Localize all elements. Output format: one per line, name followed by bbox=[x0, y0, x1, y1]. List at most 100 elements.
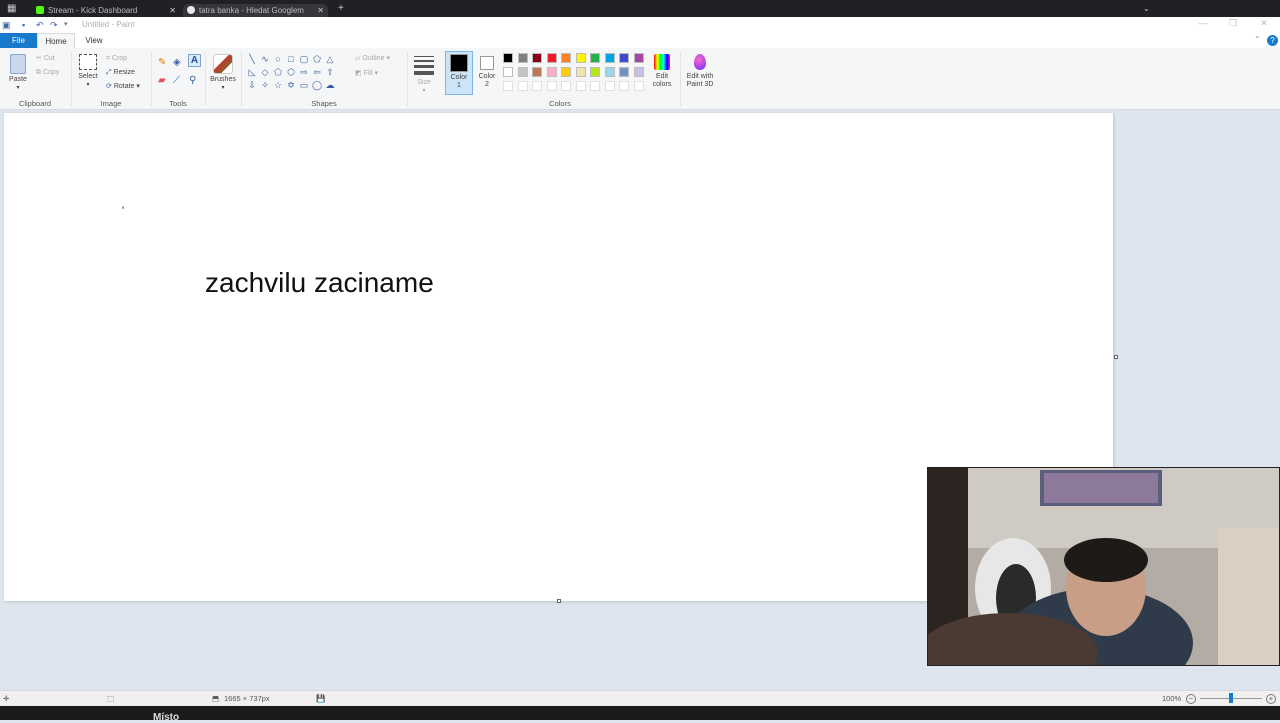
palette-swatch[interactable] bbox=[546, 67, 557, 77]
edit-colors-button[interactable]: Edit colors bbox=[648, 54, 676, 89]
palette-swatch-empty[interactable] bbox=[619, 81, 629, 91]
undo-icon[interactable]: ↶ bbox=[36, 19, 44, 31]
palette-swatch[interactable] bbox=[503, 67, 513, 77]
paste-button[interactable]: Paste ▾ bbox=[6, 54, 30, 92]
palette-swatch-empty[interactable] bbox=[561, 81, 571, 91]
outline-button[interactable]: ▱ Outline ▾ bbox=[355, 54, 390, 63]
palette-swatch[interactable] bbox=[633, 67, 644, 77]
tab-file[interactable]: File bbox=[0, 33, 37, 48]
curve-shape-icon[interactable]: ∿ bbox=[259, 53, 271, 65]
browser-tab-google[interactable]: tatra banka - Hledat Googlem ✕ bbox=[183, 4, 328, 17]
close-tab-icon[interactable]: ✕ bbox=[169, 4, 176, 17]
palette-swatch-empty[interactable] bbox=[604, 81, 615, 91]
right-arrow-shape-icon[interactable]: ⇨ bbox=[298, 66, 310, 78]
palette-swatch[interactable] bbox=[503, 53, 513, 63]
palette-swatch[interactable] bbox=[619, 53, 629, 63]
zoom-in-button[interactable]: + bbox=[1266, 694, 1276, 704]
polygon-shape-icon[interactable]: ⬠ bbox=[311, 53, 323, 65]
group-label-tools: Tools bbox=[169, 99, 187, 108]
palette-swatch[interactable] bbox=[532, 67, 542, 77]
minimize-button[interactable]: — bbox=[1188, 18, 1218, 28]
tab-view[interactable]: View bbox=[80, 33, 108, 48]
help-icon[interactable]: ? bbox=[1267, 35, 1278, 46]
palette-swatch[interactable] bbox=[590, 53, 600, 63]
new-tab-button[interactable]: + bbox=[338, 0, 344, 17]
rounded-rectangle-shape-icon[interactable]: ▢ bbox=[298, 53, 310, 65]
callout-rectangle-shape-icon[interactable]: ▭ bbox=[298, 79, 310, 91]
rectangle-shape-icon[interactable]: □ bbox=[285, 53, 297, 65]
pentagon-shape-icon[interactable]: ⬠ bbox=[272, 66, 284, 78]
palette-swatch[interactable] bbox=[575, 53, 586, 63]
oval-shape-icon[interactable]: ○ bbox=[272, 53, 284, 65]
hexagon-shape-icon[interactable]: ⬡ bbox=[285, 66, 297, 78]
brushes-button[interactable]: Brushes ▾ bbox=[209, 54, 237, 92]
tab-home[interactable]: Home bbox=[37, 33, 75, 48]
palette-swatch-empty[interactable] bbox=[517, 81, 528, 91]
cut-button[interactable]: ✂ Cut bbox=[36, 54, 55, 63]
magnifier-icon[interactable]: ⚲ bbox=[189, 75, 196, 86]
palette-swatch[interactable] bbox=[532, 53, 542, 63]
fill-bucket-icon[interactable]: ◈ bbox=[173, 57, 181, 68]
six-point-star-shape-icon[interactable]: ✡ bbox=[285, 79, 297, 91]
maximize-button[interactable]: ❐ bbox=[1218, 18, 1248, 29]
browser-tab-kick[interactable]: Stream - Kick Dashboard ✕ bbox=[30, 4, 180, 17]
color2-button[interactable]: Color 2 bbox=[475, 51, 499, 89]
palette-swatch[interactable] bbox=[517, 53, 528, 63]
color1-button[interactable]: Color 1 bbox=[445, 51, 473, 95]
palette-swatch[interactable] bbox=[561, 67, 571, 77]
palette-swatch-empty[interactable] bbox=[575, 81, 586, 91]
palette-swatch[interactable] bbox=[604, 67, 615, 77]
redo-icon[interactable]: ↷ bbox=[50, 19, 58, 31]
down-arrow-shape-icon[interactable]: ⇩ bbox=[246, 79, 258, 91]
callout-cloud-shape-icon[interactable]: ☁ bbox=[324, 79, 336, 91]
palette-swatch-empty[interactable] bbox=[503, 81, 513, 91]
palette-swatch[interactable] bbox=[575, 67, 586, 77]
zoom-out-button[interactable]: − bbox=[1186, 694, 1196, 704]
text-tool-icon[interactable]: A bbox=[188, 54, 201, 67]
palette-swatch-empty[interactable] bbox=[532, 81, 542, 91]
palette-swatch-empty[interactable] bbox=[546, 81, 557, 91]
shapes-gallery[interactable]: ╲ ∿ ○ □ ▢ ⬠ △ ◺ ◇ ⬠ ⬡ ⇨ ⇦ ⇧ ⇩ ✧ ☆ ✡ ▭ ◯ … bbox=[246, 53, 342, 95]
canvas-resize-handle-bottom[interactable] bbox=[557, 599, 561, 603]
canvas-resize-handle-right[interactable] bbox=[1114, 355, 1118, 359]
diamond-shape-icon[interactable]: ◇ bbox=[259, 66, 271, 78]
color-palette[interactable] bbox=[503, 53, 648, 95]
palette-swatch[interactable] bbox=[633, 53, 644, 63]
callout-oval-shape-icon[interactable]: ◯ bbox=[311, 79, 323, 91]
palette-swatch[interactable] bbox=[561, 53, 571, 63]
browser-menu-icon[interactable]: ▦ bbox=[7, 0, 16, 17]
five-point-star-shape-icon[interactable]: ☆ bbox=[272, 79, 284, 91]
eraser-icon[interactable]: ▰ bbox=[158, 75, 166, 86]
up-arrow-shape-icon[interactable]: ⇧ bbox=[324, 66, 336, 78]
triangle-shape-icon[interactable]: △ bbox=[324, 53, 336, 65]
right-triangle-shape-icon[interactable]: ◺ bbox=[246, 66, 258, 78]
copy-button[interactable]: ⧉ Copy bbox=[36, 68, 59, 77]
select-button[interactable]: Select ▾ bbox=[76, 54, 100, 89]
close-tab-icon[interactable]: ✕ bbox=[317, 4, 324, 17]
four-point-star-shape-icon[interactable]: ✧ bbox=[259, 79, 271, 91]
chevron-down-icon[interactable]: ⌄ bbox=[1143, 0, 1150, 17]
left-arrow-shape-icon[interactable]: ⇦ bbox=[311, 66, 323, 78]
palette-swatch-empty[interactable] bbox=[590, 81, 600, 91]
collapse-ribbon-icon[interactable]: ⌃ bbox=[1254, 35, 1261, 44]
line-size-icon bbox=[414, 56, 434, 75]
palette-swatch[interactable] bbox=[590, 67, 600, 77]
close-button[interactable]: ✕ bbox=[1249, 18, 1279, 29]
crop-button[interactable]: ⌗ Crop bbox=[106, 54, 127, 63]
zoom-slider-thumb[interactable] bbox=[1229, 693, 1233, 703]
palette-swatch-empty[interactable] bbox=[633, 81, 644, 91]
pencil-icon[interactable]: ✎ bbox=[158, 57, 166, 68]
palette-swatch[interactable] bbox=[619, 67, 629, 77]
palette-swatch[interactable] bbox=[546, 53, 557, 63]
color-picker-icon[interactable]: ⟋ bbox=[173, 75, 180, 86]
customize-toolbar-icon[interactable]: ▾ bbox=[64, 19, 68, 31]
edit-with-paint3d-button[interactable]: Edit with Paint 3D bbox=[683, 54, 717, 89]
rotate-button[interactable]: ⟳ Rotate ▾ bbox=[106, 82, 140, 91]
size-button[interactable]: Size ▾ bbox=[411, 54, 437, 95]
fill-button[interactable]: ◩ Fill ▾ bbox=[355, 69, 378, 78]
resize-button[interactable]: ⤢ Resize bbox=[106, 68, 135, 77]
save-icon[interactable]: ▪ bbox=[22, 19, 25, 31]
line-shape-icon[interactable]: ╲ bbox=[246, 53, 258, 65]
palette-swatch[interactable] bbox=[604, 53, 615, 63]
palette-swatch[interactable] bbox=[517, 67, 528, 77]
